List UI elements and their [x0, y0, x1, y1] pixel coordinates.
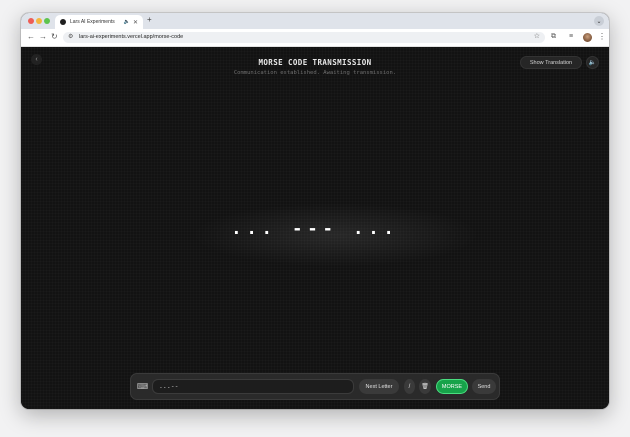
tab-title: Lars AI Experiments: [70, 19, 115, 25]
minimize-window-button[interactable]: [36, 18, 42, 24]
address-url[interactable]: lars-ai-experiments.vercel.app/morse-cod…: [79, 34, 183, 40]
browser-menu-icon[interactable]: ⋮: [598, 32, 606, 41]
sound-toggle-icon[interactable]: 🔈: [586, 56, 599, 69]
reload-icon[interactable]: ↻: [51, 32, 58, 42]
next-letter-button[interactable]: Next Letter: [359, 379, 399, 394]
morse-code-display: ... --- ...: [231, 219, 399, 239]
favicon-icon: [60, 19, 66, 25]
page-subtitle: Communication established. Awaiting tran…: [233, 70, 397, 76]
close-window-button[interactable]: [28, 18, 34, 24]
maximize-window-button[interactable]: [44, 18, 50, 24]
word-separator-button[interactable]: /: [404, 379, 415, 394]
browser-tab[interactable]: Lars AI Experiments 🔈 ✕: [55, 15, 143, 29]
browser-window: Lars AI Experiments 🔈 ✕ + ⌄ ← → ↻ ⚙ lars…: [21, 13, 609, 409]
back-arrow-icon[interactable]: ←: [27, 32, 35, 42]
tab-close-icon[interactable]: ✕: [133, 19, 138, 26]
address-bar[interactable]: ⚙ lars-ai-experiments.vercel.app/morse-c…: [63, 32, 545, 43]
media-controls-icon[interactable]: ≡: [569, 33, 573, 40]
tab-strip: Lars AI Experiments 🔈 ✕ + ⌄: [21, 13, 609, 29]
morse-input[interactable]: ...--: [152, 379, 354, 394]
new-tab-button[interactable]: +: [147, 15, 152, 24]
tab-search-dropdown-icon[interactable]: ⌄: [594, 16, 604, 26]
bookmark-star-icon[interactable]: ☆: [534, 32, 540, 40]
site-info-icon[interactable]: ⚙: [68, 33, 73, 40]
forward-arrow-icon[interactable]: →: [39, 32, 47, 42]
extensions-icon[interactable]: ⧉: [551, 33, 556, 41]
profile-avatar[interactable]: [583, 33, 592, 42]
trash-icon[interactable]: 🗑: [419, 379, 431, 394]
show-translation-button[interactable]: Show Translation: [520, 56, 582, 69]
morse-input-bar: ⌨ ...-- Next Letter / 🗑 MORSE Send: [130, 373, 500, 400]
morse-page: ‹ MORSE CODE TRANSMISSION Communication …: [21, 47, 609, 409]
send-button[interactable]: Send: [472, 379, 496, 394]
tab-audio-icon[interactable]: 🔈: [124, 19, 130, 25]
morse-mode-button[interactable]: MORSE: [436, 379, 468, 394]
browser-toolbar: ← → ↻ ⚙ lars-ai-experiments.vercel.app/m…: [21, 29, 609, 47]
keyboard-icon[interactable]: ⌨: [137, 381, 149, 392]
